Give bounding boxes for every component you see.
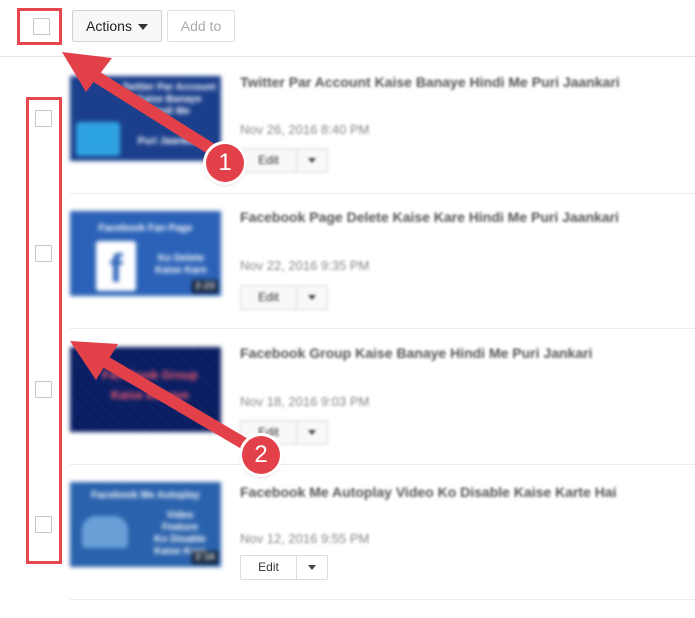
annotation-badge-1: 1 — [206, 144, 244, 182]
annotation-arrows — [62, 52, 261, 456]
arrow-1-shaft — [86, 68, 230, 163]
arrow-2-shaft — [98, 355, 261, 456]
annotation-badge-2: 2 — [242, 436, 280, 474]
